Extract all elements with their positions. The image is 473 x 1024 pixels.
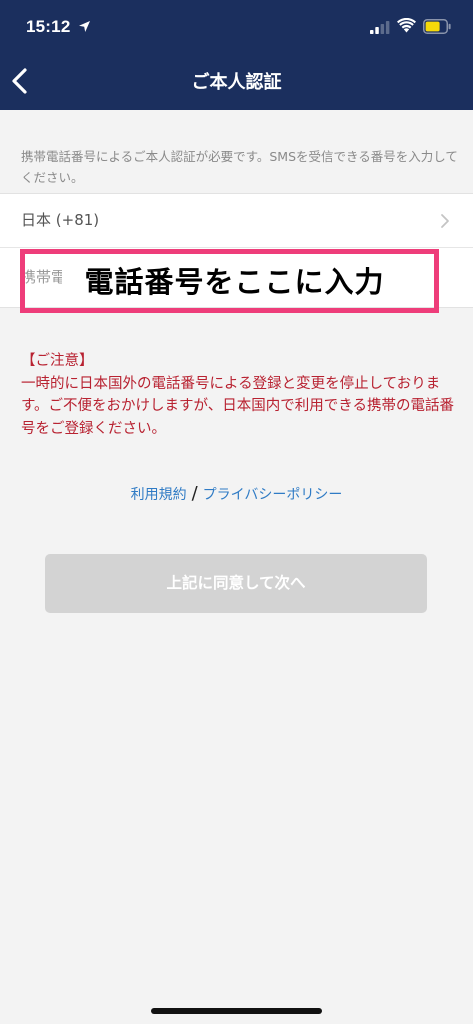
privacy-policy-link[interactable]: プライバシーポリシー [203, 487, 343, 503]
wifi-icon [397, 18, 416, 33]
annotation-label: 電話番号をここに入力 [84, 265, 385, 299]
caution-heading: 【ご注意】 [21, 353, 94, 369]
agree-and-next-button[interactable]: 上記に同意して次へ [45, 554, 427, 613]
status-time: 15:12 [26, 17, 71, 36]
verification-notice: 携帯電話番号によるご本人認証が必要です。SMSを受信できる番号を入力してください… [21, 149, 458, 185]
chevron-right-icon [441, 214, 449, 228]
country-code-selector[interactable]: 日本 (+81) [0, 194, 473, 248]
country-code-label: 日本 (+81) [21, 211, 100, 229]
navigation-header: 15:12 ご本人認証 [0, 0, 473, 110]
location-arrow-icon [79, 21, 90, 32]
page-title: ご本人認証 [191, 72, 282, 93]
home-indicator [151, 1008, 322, 1014]
caution-message: 【ご注意】 一時的に日本国外の電話番号による登録と変更を停止しております。ご不便… [21, 350, 466, 440]
battery-icon [423, 19, 451, 34]
link-separator: / [191, 483, 198, 504]
terms-link[interactable]: 利用規約 [131, 487, 187, 503]
caution-body: 一時的に日本国外の電話番号による登録と変更を停止しております。ご不便をおかけしま… [21, 375, 454, 437]
policy-links: 利用規約 / プライバシーポリシー [0, 483, 473, 506]
cellular-signal-icon [370, 21, 390, 34]
